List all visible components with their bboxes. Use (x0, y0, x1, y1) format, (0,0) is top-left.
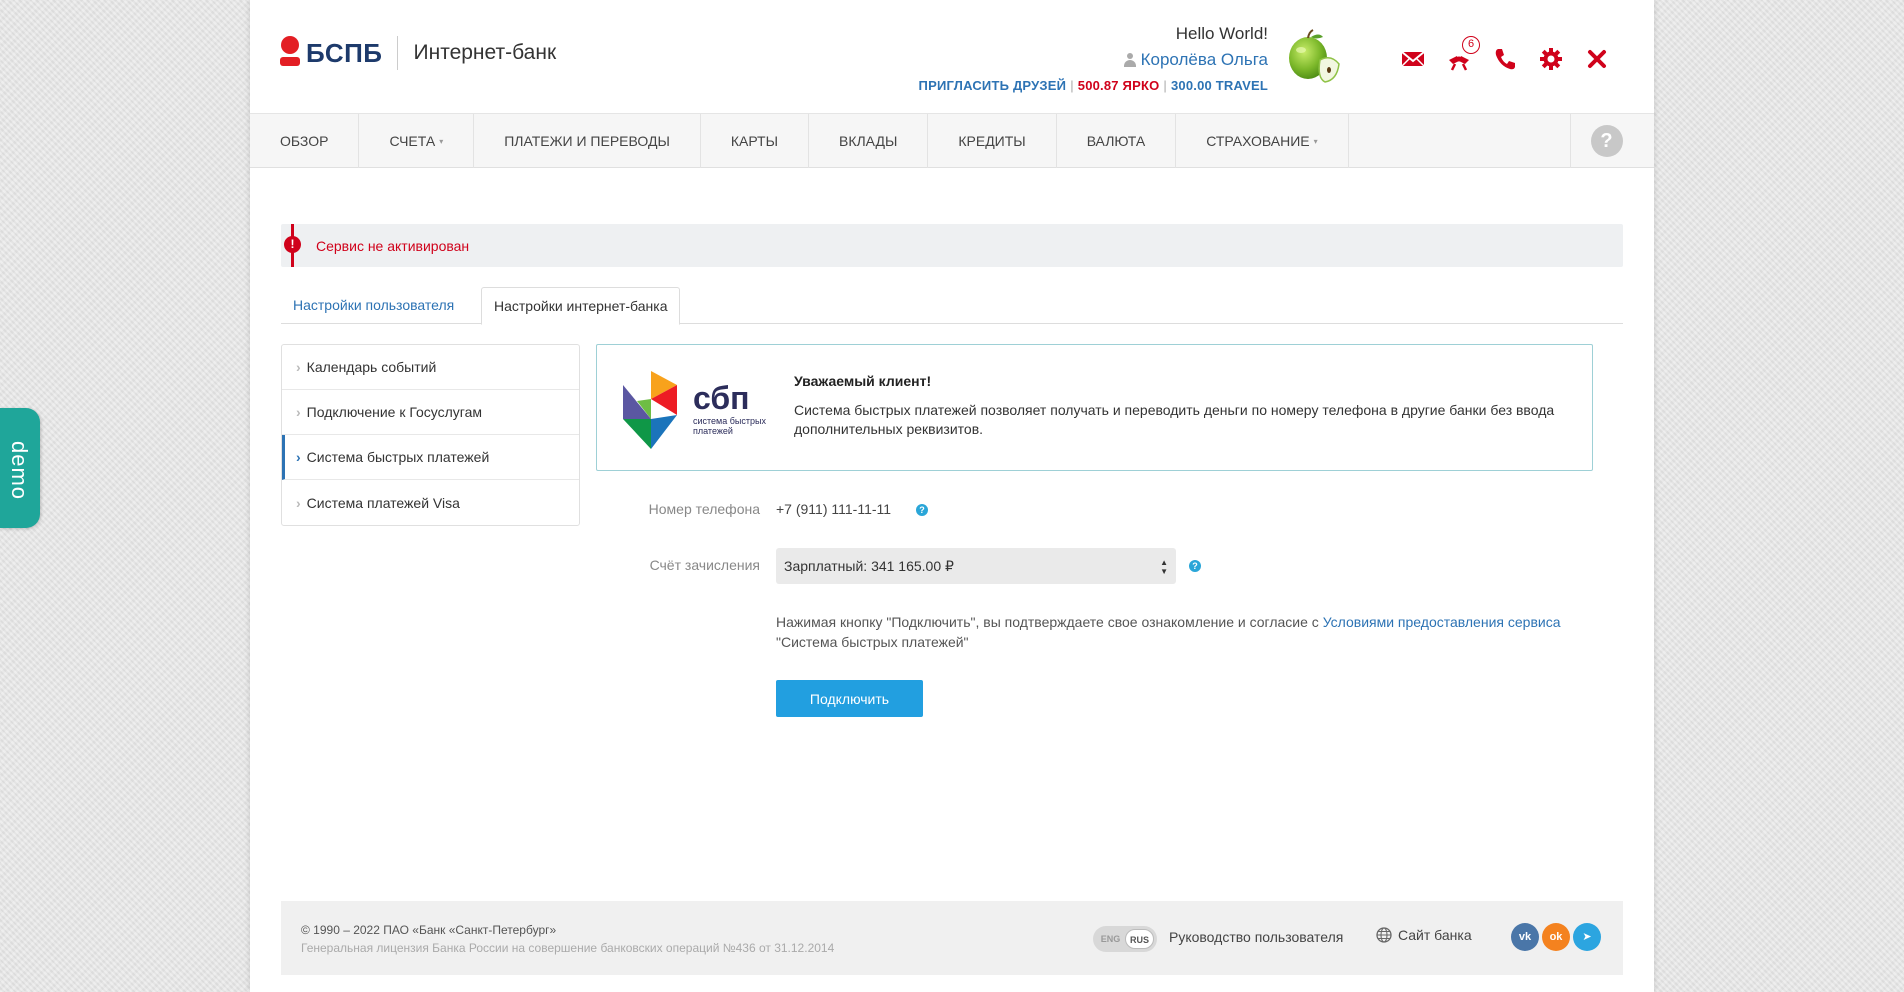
page-container: БСПБ Интернет-банк Hello World! Королёва… (250, 0, 1654, 992)
user-name: Королёва Ольга (1140, 50, 1268, 69)
notifications-badge: 6 (1462, 36, 1480, 54)
sidebar-item-gosuslugi[interactable]: › Подключение к Госуслугам (282, 390, 579, 435)
select-arrows-icon: ▲ ▼ (1160, 558, 1168, 576)
sbp-info-box: сбп система быстрых платежей Уважаемый к… (596, 344, 1593, 471)
nav-insurance[interactable]: СТРАХОВАНИЕ ▾ (1176, 114, 1349, 168)
ok-icon[interactable]: ok (1542, 923, 1570, 951)
demo-label: demo (7, 441, 32, 501)
user-panel: Hello World! Королёва Ольга ПРИГЛАСИТЬ Д… (919, 24, 1268, 93)
lang-rus: RUS (1125, 929, 1154, 949)
chevron-down-icon: ▾ (439, 137, 444, 146)
bank-logo[interactable]: БСПБ Интернет-банк (280, 36, 556, 70)
warning-icon: ! (284, 236, 301, 253)
phone-icon[interactable] (1492, 46, 1518, 72)
globe-icon (1376, 927, 1392, 943)
phone-value: +7 (911) 111-11-11 (776, 501, 892, 517)
nav-credits[interactable]: КРЕДИТЫ (928, 114, 1057, 168)
terms-note-prefix: Нажимая кнопку "Подключить", вы подтверж… (776, 614, 1323, 630)
alert-text: Сервис не активирован (316, 237, 470, 254)
user-guide-link[interactable]: Руководство пользователя (1169, 929, 1343, 945)
logo-mark-icon (280, 36, 300, 70)
logo-divider (396, 36, 398, 70)
nav-payments[interactable]: ПЛАТЕЖИ И ПЕРЕВОДЫ (474, 114, 701, 168)
license-text: Генеральная лицензия Банка России на сов… (301, 941, 835, 955)
language-toggle[interactable]: ENG RUS (1093, 926, 1157, 952)
tab-bank-settings[interactable]: Настройки интернет-банка (481, 287, 681, 325)
footer: © 1990 – 2022 ПАО «Банк «Санкт-Петербург… (281, 901, 1623, 975)
main-nav: ОБЗОР СЧЕТА ▾ ПЛАТЕЖИ И ПЕРЕВОДЫ КАРТЫ ВК… (250, 113, 1654, 168)
sidebar-item-sbp[interactable]: › Система быстрых платежей (282, 435, 579, 480)
account-select[interactable]: Зарплатный: 341 165.00 ₽ ▲ ▼ (776, 548, 1176, 584)
settings-icon[interactable] (1538, 46, 1564, 72)
settings-tabs: Настройки пользователя Настройки интерне… (281, 287, 1623, 325)
account-select-value: Зарплатный: 341 165.00 ₽ (784, 558, 954, 574)
terms-note-suffix: "Система быстрых платежей" (776, 634, 969, 650)
demo-tab[interactable]: demo (0, 408, 40, 528)
terms-link[interactable]: Условиями предоставления сервиса (1323, 614, 1561, 630)
terms-note: Нажимая кнопку "Подключить", вы подтверж… (776, 612, 1576, 652)
help-icon[interactable]: ? (1590, 125, 1623, 157)
chevron-right-icon: › (296, 359, 301, 375)
header-actions: 6 (1400, 36, 1630, 72)
chevron-down-icon: ▾ (1313, 137, 1318, 146)
account-label: Счёт зачисления (649, 557, 760, 573)
telegram-icon[interactable]: ➤ (1573, 923, 1601, 951)
user-name-link[interactable]: Королёва Ольга (919, 50, 1268, 70)
bonus-line: ПРИГЛАСИТЬ ДРУЗЕЙ | 500.87 ЯРКО | 300.00 TRA… (918, 78, 1268, 93)
sbp-logo-caption-1: система быстрых (693, 416, 766, 426)
logo-subtitle: Интернет-банк (413, 41, 557, 64)
lang-eng: ENG (1100, 934, 1121, 944)
greeting: Hello World! (1175, 24, 1268, 43)
phone-help-icon[interactable]: ? (916, 504, 928, 516)
chevron-right-icon: › (296, 404, 301, 420)
logo-text: БСПБ (306, 37, 383, 68)
bank-site-link[interactable]: Сайт банка (1376, 927, 1472, 943)
copyright: © 1990 – 2022 ПАО «Банк «Санкт-Петербург… (301, 923, 557, 937)
bank-site-label: Сайт банка (1398, 927, 1472, 943)
alert-banner: ! Сервис не активирован (281, 224, 1623, 267)
nav-cards[interactable]: КАРТЫ (701, 114, 809, 168)
chevron-right-icon: › (296, 494, 301, 511)
bonus-yarko[interactable]: 500.87 ЯРКО (1078, 78, 1160, 93)
nav-overview[interactable]: ОБЗОР (250, 114, 360, 168)
chevron-right-icon: › (296, 449, 301, 465)
social-links: vk ok ➤ (1508, 923, 1601, 951)
invite-friends-link[interactable]: ПРИГЛАСИТЬ ДРУЗЕЙ (919, 78, 1067, 93)
phone-label: Номер телефона (648, 501, 760, 517)
apple-icon (1289, 29, 1340, 83)
sidebar-item-visa[interactable]: › Система платежей Visa (282, 480, 579, 525)
user-icon (1123, 53, 1136, 67)
sbp-logo-text: сбп (693, 380, 749, 416)
vk-icon[interactable]: vk (1511, 923, 1539, 951)
connect-button[interactable]: Подключить (776, 680, 923, 717)
nav-accounts[interactable]: СЧЕТА ▾ (359, 114, 475, 168)
account-help-icon[interactable]: ? (1189, 560, 1201, 572)
mail-icon[interactable] (1400, 46, 1426, 72)
sidebar-item-calendar[interactable]: › Календарь событий (282, 345, 579, 390)
gift-icon[interactable]: 6 (1446, 36, 1480, 72)
tab-user-settings[interactable]: Настройки пользователя (281, 287, 466, 324)
settings-sidebar: › Календарь событий › Подключение к Госу… (281, 344, 580, 526)
close-icon[interactable] (1584, 46, 1610, 72)
nav-help: ? (1570, 114, 1642, 168)
info-title: Уважаемый клиент! (794, 373, 932, 389)
nav-currency[interactable]: ВАЛЮТА (1057, 114, 1177, 168)
bonus-travel[interactable]: 300.00 TRAVEL (1171, 78, 1268, 93)
nav-deposits[interactable]: ВКЛАДЫ (809, 114, 929, 168)
info-text: Система быстрых платежей позволяет получ… (794, 402, 1555, 437)
sbp-logo-caption-2: платежей (693, 426, 733, 436)
sbp-logo: сбп система быстрых платежей (623, 371, 766, 449)
